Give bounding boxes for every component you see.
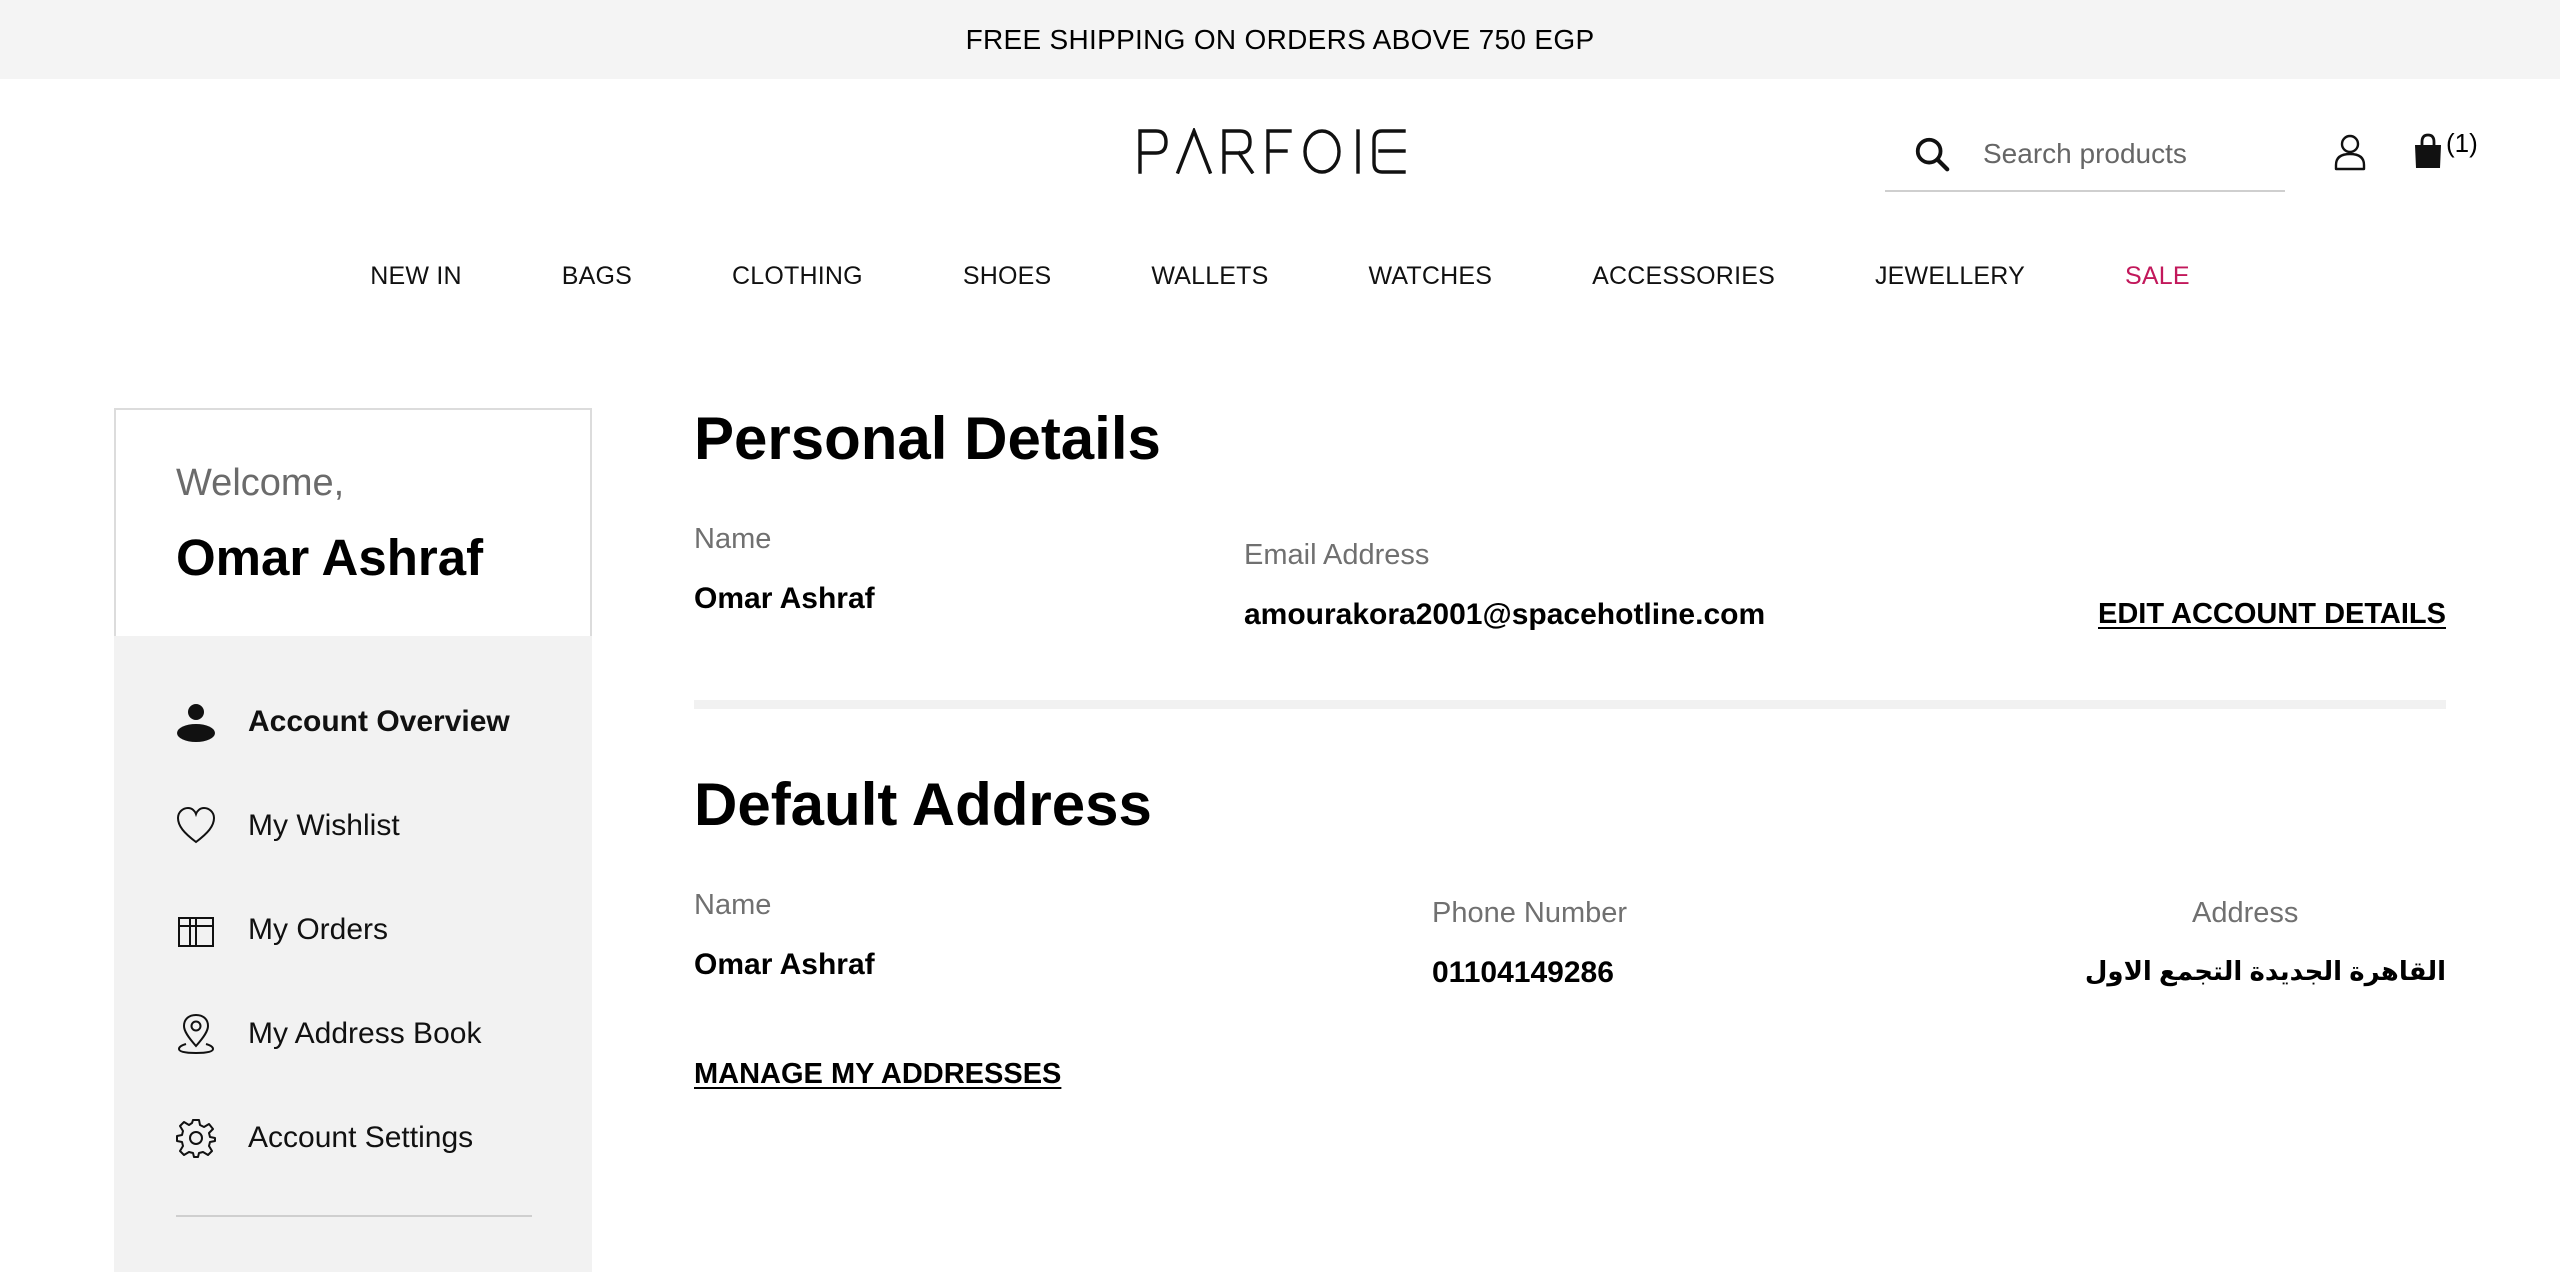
- menu-label: Account Settings: [248, 1121, 474, 1154]
- email-label: Email Address: [1244, 539, 1430, 571]
- nav-clothing[interactable]: CLOTHING: [682, 258, 913, 294]
- menu-label: My Address Book: [248, 1017, 482, 1050]
- nav-watches[interactable]: WATCHES: [1319, 258, 1543, 294]
- account-menu: Account Overview My Wishlist My Orders M…: [114, 636, 592, 1272]
- default-address-title: Default Address: [694, 771, 1152, 838]
- main-nav: NEW IN BAGS CLOTHING SHOES WALLETS WATCH…: [0, 258, 2560, 294]
- menu-label: My Wishlist: [248, 809, 400, 842]
- menu-label: My Orders: [248, 913, 389, 946]
- cart-button[interactable]: (1): [2412, 128, 2478, 172]
- welcome-text: Welcome,: [176, 462, 345, 504]
- nav-accessories[interactable]: ACCESSORIES: [1542, 258, 1825, 294]
- name-value: Omar Ashraf: [694, 582, 875, 615]
- heart-icon: [176, 806, 216, 844]
- address-name-value: Omar Ashraf: [694, 948, 875, 981]
- nav-sale[interactable]: SALE: [2075, 258, 2240, 294]
- nav-new-in[interactable]: NEW IN: [320, 258, 511, 294]
- nav-jewellery[interactable]: JEWELLERY: [1825, 258, 2075, 294]
- search-icon[interactable]: [1913, 134, 1951, 174]
- gear-icon: [176, 1119, 216, 1158]
- shopping-bag-icon: [2415, 133, 2441, 168]
- promo-bar: FREE SHIPPING ON ORDERS ABOVE 750 EGP: [0, 0, 2560, 79]
- menu-my-orders[interactable]: My Orders: [176, 904, 388, 956]
- search-input[interactable]: [1981, 137, 2285, 171]
- manage-addresses-link[interactable]: MANAGE MY ADDRESSES: [694, 1058, 1061, 1091]
- email-value: amourakora2001@spacehotline.com: [1244, 598, 1766, 631]
- search-box[interactable]: [1885, 118, 2285, 192]
- personal-details-title: Personal Details: [694, 405, 1161, 472]
- phone-value: 01104149286: [1432, 956, 1614, 989]
- address-name-label: Name: [694, 889, 772, 921]
- nav-wallets[interactable]: WALLETS: [1101, 258, 1318, 294]
- location-pin-icon: [177, 1014, 215, 1054]
- logo-wordmark: [1138, 126, 1406, 175]
- cart-count: (1): [2446, 128, 2478, 158]
- address-value: القاهرة الجديدة التجمع الاول: [2084, 956, 2446, 986]
- gift-box-icon: [178, 917, 214, 947]
- menu-my-address-book[interactable]: My Address Book: [176, 1008, 481, 1060]
- section-divider: [694, 700, 2446, 709]
- phone-label: Phone Number: [1432, 897, 1628, 929]
- user-icon: [2334, 134, 2366, 171]
- nav-shoes[interactable]: SHOES: [913, 258, 1102, 294]
- menu-label: Account Overview: [248, 705, 510, 738]
- nav-bags[interactable]: BAGS: [512, 258, 682, 294]
- menu-account-overview[interactable]: Account Overview: [176, 696, 510, 748]
- person-icon: [177, 704, 215, 742]
- parfois-logo[interactable]: [1136, 126, 1424, 175]
- account-button[interactable]: [2332, 133, 2368, 171]
- menu-divider: [176, 1215, 532, 1217]
- menu-account-settings[interactable]: Account Settings: [176, 1112, 473, 1164]
- menu-my-wishlist[interactable]: My Wishlist: [176, 800, 400, 852]
- promo-text: FREE SHIPPING ON ORDERS ABOVE 750 EGP: [965, 23, 1595, 55]
- address-label: Address: [2192, 897, 2299, 929]
- welcome-card: Welcome, Omar Ashraf: [114, 408, 592, 636]
- edit-account-details-link[interactable]: EDIT ACCOUNT DETAILS: [2098, 598, 2446, 631]
- name-label: Name: [694, 523, 772, 555]
- user-name: Omar Ashraf: [176, 529, 484, 586]
